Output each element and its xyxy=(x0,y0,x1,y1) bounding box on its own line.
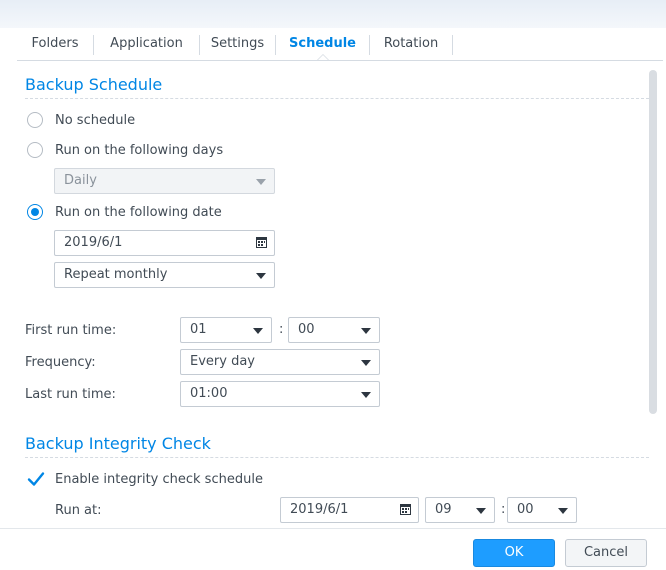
run-at-label: Run at: xyxy=(55,503,102,518)
chevron-down-icon[interactable] xyxy=(253,328,263,334)
section-divider xyxy=(25,98,649,99)
first-run-hour-value: 01 xyxy=(190,322,207,337)
tab-divider xyxy=(452,35,453,55)
section-divider xyxy=(25,457,649,458)
chevron-down-icon[interactable] xyxy=(361,392,371,398)
last-run-time-select[interactable]: 01:00 xyxy=(180,381,380,407)
no-schedule-label[interactable]: No schedule xyxy=(55,113,135,128)
vertical-scrollbar[interactable] xyxy=(649,70,657,414)
frequency-label: Frequency: xyxy=(25,355,96,370)
tab-settings[interactable]: Settings xyxy=(200,30,275,60)
chevron-down-icon[interactable] xyxy=(476,508,486,514)
run-at-date-field[interactable]: 2019/6/1 xyxy=(280,497,419,523)
chevron-down-icon[interactable] xyxy=(361,328,371,334)
run-at-hour-select[interactable]: 09 xyxy=(425,497,495,523)
chevron-down-icon xyxy=(256,179,266,185)
run-at-minute-value: 00 xyxy=(517,502,534,517)
run-following-days-radio[interactable] xyxy=(27,142,43,158)
last-run-time-value: 01:00 xyxy=(190,386,228,401)
run-at-hour-value: 09 xyxy=(435,502,452,517)
run-at-minute-select[interactable]: 00 xyxy=(507,497,577,523)
run-following-date-label[interactable]: Run on the following date xyxy=(55,205,222,220)
first-run-minute-select[interactable]: 00 xyxy=(288,317,380,343)
chevron-down-icon[interactable] xyxy=(558,508,568,514)
cancel-button[interactable]: Cancel xyxy=(565,539,647,567)
last-run-time-label: Last run time: xyxy=(25,387,116,402)
days-select-value: Daily xyxy=(64,173,97,188)
first-run-minute-value: 00 xyxy=(298,322,315,337)
run-following-days-label[interactable]: Run on the following days xyxy=(55,143,223,158)
run-following-date-radio[interactable] xyxy=(27,204,43,220)
repeat-select-value: Repeat monthly xyxy=(64,267,168,282)
backup-schedule-title: Backup Schedule xyxy=(25,75,163,94)
tab-application[interactable]: Application xyxy=(94,30,199,60)
days-select: Daily xyxy=(54,168,275,194)
repeat-select[interactable]: Repeat monthly xyxy=(54,262,275,288)
frequency-value: Every day xyxy=(190,354,255,369)
time-separator: : xyxy=(501,502,506,517)
schedule-panel: Backup Schedule No schedule Run on the f… xyxy=(17,61,649,528)
tab-bar: Folders Application Settings Schedule Ro… xyxy=(17,30,663,61)
tab-folders[interactable]: Folders xyxy=(17,30,93,60)
time-separator: : xyxy=(279,322,284,337)
enable-integrity-check-label[interactable]: Enable integrity check schedule xyxy=(55,472,263,487)
tab-rotation[interactable]: Rotation xyxy=(370,30,452,60)
no-schedule-radio[interactable] xyxy=(27,112,43,128)
ok-button[interactable]: OK xyxy=(473,539,555,567)
schedule-date-value: 2019/6/1 xyxy=(64,235,123,250)
chevron-down-icon[interactable] xyxy=(361,360,371,366)
calendar-icon[interactable] xyxy=(400,504,411,515)
first-run-hour-select[interactable]: 01 xyxy=(180,317,272,343)
run-at-date-value: 2019/6/1 xyxy=(290,502,349,517)
enable-integrity-check-checkbox[interactable] xyxy=(27,470,45,488)
first-run-time-label: First run time: xyxy=(25,323,117,338)
dialog-titlebar xyxy=(0,0,666,28)
dialog-footer: OK Cancel xyxy=(0,528,666,570)
schedule-date-field[interactable]: 2019/6/1 xyxy=(54,230,275,256)
frequency-select[interactable]: Every day xyxy=(180,349,380,375)
active-tab-indicator xyxy=(317,54,329,60)
calendar-icon[interactable] xyxy=(256,237,267,248)
chevron-down-icon[interactable] xyxy=(256,273,266,279)
integrity-check-title: Backup Integrity Check xyxy=(25,434,211,453)
